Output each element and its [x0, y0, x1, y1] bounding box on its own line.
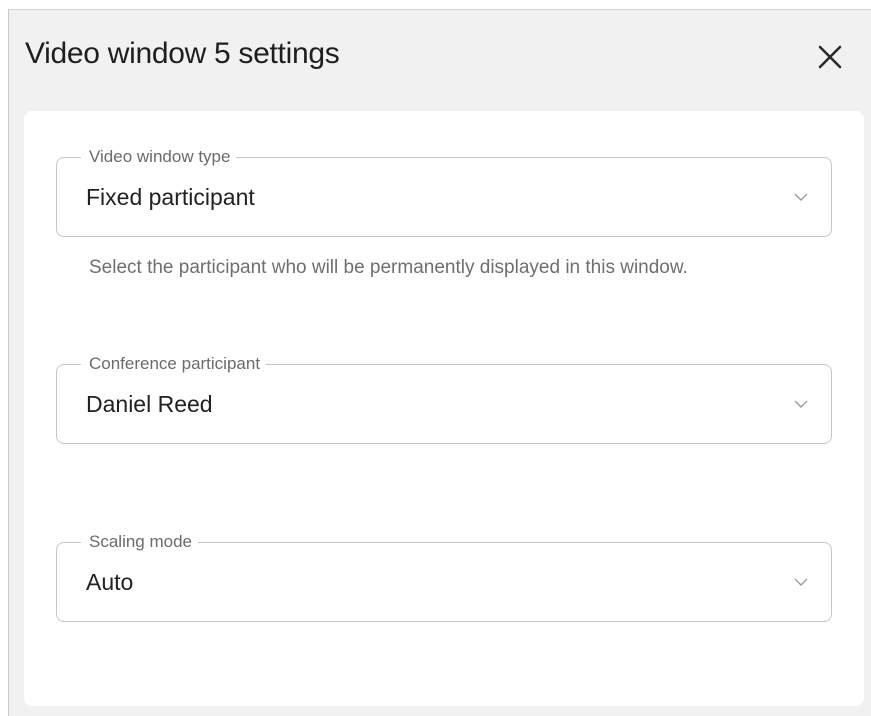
close-icon — [818, 45, 842, 69]
settings-dialog: Video window 5 settings Video window typ… — [8, 9, 871, 716]
dialog-title: Video window 5 settings — [25, 37, 340, 70]
conference-participant-label: Conference participant — [81, 353, 267, 375]
scaling-mode-select[interactable]: Scaling mode Auto — [56, 531, 832, 622]
video-window-type-select[interactable]: Video window type Fixed participant — [56, 146, 832, 237]
chevron-down-icon — [794, 578, 808, 586]
conference-participant-value: Daniel Reed — [86, 391, 213, 417]
scaling-mode-label: Scaling mode — [81, 531, 199, 553]
chevron-down-icon — [794, 400, 808, 408]
video-window-type-help: Select the participant who will be perma… — [89, 257, 688, 278]
close-button[interactable] — [808, 35, 852, 79]
conference-participant-select[interactable]: Conference participant Daniel Reed — [56, 353, 832, 444]
scaling-mode-value: Auto — [86, 569, 134, 595]
chevron-down-icon — [794, 193, 808, 201]
video-window-type-label: Video window type — [81, 146, 237, 168]
video-window-type-value: Fixed participant — [86, 184, 255, 210]
settings-card: Video window type Fixed participant Sele… — [24, 111, 864, 706]
